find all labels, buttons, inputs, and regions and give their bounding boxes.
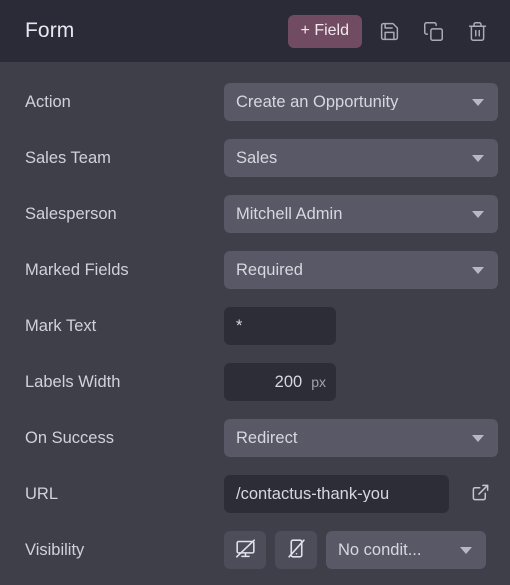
row-url: URL /contactus-thank-you [0, 466, 510, 522]
delete-icon [467, 21, 488, 42]
external-link-icon [471, 483, 490, 505]
hide-on-desktop-toggle[interactable] [224, 531, 266, 569]
chevron-down-icon [472, 434, 484, 442]
visibility-condition-select[interactable]: No condit... [326, 531, 486, 569]
hide-on-mobile-toggle[interactable] [275, 531, 317, 569]
row-marked-fields: Marked Fields Required [0, 242, 510, 298]
label-labels-width: Labels Width [25, 372, 121, 391]
open-url-button[interactable] [465, 479, 495, 509]
label-url: URL [25, 484, 59, 503]
form-settings-panel: Action Create an Opportunity Sales Team … [0, 62, 510, 578]
chevron-down-icon [472, 154, 484, 162]
on-success-select-value: Redirect [236, 429, 298, 447]
label-mark-text: Mark Text [25, 316, 97, 335]
mark-text-input[interactable]: * [224, 307, 336, 345]
label-visibility: Visibility [25, 540, 85, 559]
row-on-success: On Success Redirect [0, 410, 510, 466]
labels-width-unit: px [311, 374, 326, 390]
sales-team-select-value: Sales [236, 149, 278, 167]
duplicate-icon [423, 21, 444, 42]
url-input[interactable]: /contactus-thank-you [224, 475, 449, 513]
chevron-down-icon [460, 546, 472, 554]
row-action: Action Create an Opportunity [0, 74, 510, 130]
label-on-success: On Success [25, 428, 114, 447]
labels-width-input[interactable]: 200 px [224, 363, 336, 401]
label-action: Action [25, 92, 71, 111]
visibility-condition-value: No condit... [338, 541, 422, 559]
label-marked-fields: Marked Fields [25, 260, 129, 279]
duplicate-button[interactable] [416, 14, 450, 48]
save-icon [379, 21, 400, 42]
page-title: Form [25, 19, 75, 42]
panel-header: Form + Field [0, 0, 510, 62]
mark-text-value: * [236, 317, 243, 335]
action-select[interactable]: Create an Opportunity [224, 83, 498, 121]
label-sales-team: Sales Team [25, 148, 111, 167]
smartphone-slash-icon [286, 538, 307, 562]
monitor-slash-icon [235, 538, 256, 562]
chevron-down-icon [472, 266, 484, 274]
action-select-value: Create an Opportunity [236, 93, 399, 111]
sales-team-select[interactable]: Sales [224, 139, 498, 177]
row-sales-team: Sales Team Sales [0, 130, 510, 186]
url-value: /contactus-thank-you [236, 485, 390, 503]
salesperson-select[interactable]: Mitchell Admin [224, 195, 498, 233]
add-field-button[interactable]: + Field [287, 14, 362, 48]
on-success-select[interactable]: Redirect [224, 419, 498, 457]
marked-fields-select-value: Required [236, 261, 303, 279]
save-button[interactable] [372, 14, 406, 48]
delete-button[interactable] [460, 14, 494, 48]
label-salesperson: Salesperson [25, 204, 117, 223]
row-mark-text: Mark Text * [0, 298, 510, 354]
chevron-down-icon [472, 98, 484, 106]
labels-width-value: 200 [274, 373, 303, 391]
row-visibility: Visibility No condit... [0, 522, 510, 578]
chevron-down-icon [472, 210, 484, 218]
row-labels-width: Labels Width 200 px [0, 354, 510, 410]
marked-fields-select[interactable]: Required [224, 251, 498, 289]
salesperson-select-value: Mitchell Admin [236, 205, 343, 223]
row-salesperson: Salesperson Mitchell Admin [0, 186, 510, 242]
